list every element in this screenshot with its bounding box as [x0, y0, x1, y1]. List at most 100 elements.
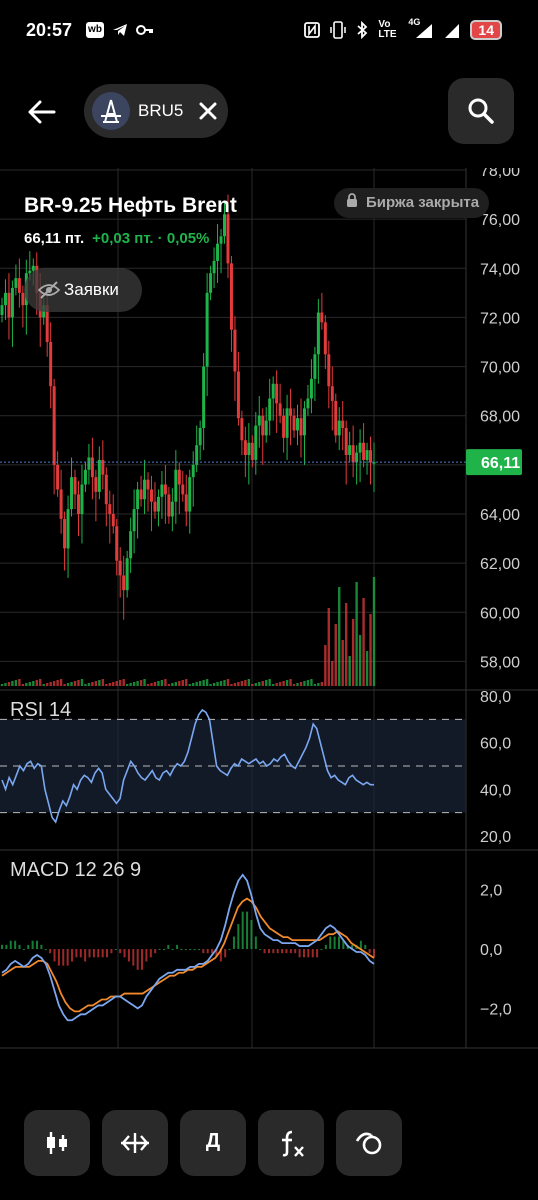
- macd-histogram-bar: [294, 949, 297, 954]
- compare-button[interactable]: [102, 1110, 168, 1176]
- macd-tick-label: 2,0: [480, 883, 502, 900]
- macd-histogram-bar: [53, 949, 56, 962]
- macd-histogram-bar: [101, 949, 104, 958]
- orders-label: Заявки: [64, 280, 119, 299]
- orders-toggle[interactable]: Заявки: [24, 268, 142, 312]
- last-price-label: 66,11: [481, 455, 520, 472]
- candle-body: [306, 398, 310, 409]
- macd-histogram-bar: [228, 949, 231, 951]
- macd-histogram-bar: [180, 949, 183, 951]
- candle-body: [129, 531, 133, 559]
- candle-body: [355, 452, 359, 463]
- volume-bar: [369, 614, 372, 686]
- macd-histogram-bar: [259, 949, 262, 951]
- macd-histogram-bar: [267, 949, 270, 954]
- macd-histogram-bar: [5, 944, 8, 950]
- price-tick-label: 60,00: [480, 605, 520, 622]
- volume-bar: [209, 684, 212, 686]
- volume-bar: [45, 683, 49, 686]
- volume-bar: [192, 683, 195, 686]
- macd-histogram-bar: [171, 949, 174, 951]
- candle-body: [344, 428, 348, 456]
- volume-bar: [365, 651, 369, 686]
- candles-icon: [47, 1132, 67, 1154]
- candle-body: [170, 501, 174, 517]
- indicators-button[interactable]: [258, 1110, 324, 1176]
- candle-body: [250, 442, 254, 460]
- candle-body: [257, 415, 261, 426]
- volume-bar: [226, 679, 230, 686]
- ticker-chip[interactable]: BRU5: [84, 84, 228, 138]
- volume-bar: [115, 681, 118, 686]
- candles-button[interactable]: [24, 1110, 90, 1176]
- macd-histogram-bar: [333, 936, 336, 950]
- candle-body: [243, 440, 247, 456]
- drawing-button[interactable]: [336, 1110, 402, 1176]
- candle-body: [174, 469, 178, 502]
- candle-body: [369, 450, 373, 463]
- candle-body: [323, 322, 327, 355]
- macd-histogram-bar: [145, 949, 148, 962]
- macd-histogram-bar: [285, 949, 288, 954]
- volume-bar: [334, 624, 337, 686]
- macd-histogram-bar: [359, 940, 362, 950]
- macd-histogram-bar: [232, 936, 235, 950]
- macd-histogram-bar: [66, 949, 69, 966]
- search-button[interactable]: [448, 78, 514, 144]
- volume-bar: [157, 681, 160, 686]
- macd-histogram-bar: [197, 949, 200, 951]
- volume-bar: [299, 682, 303, 686]
- candle-body: [365, 450, 369, 460]
- rsi-title: RSI 14: [10, 699, 71, 721]
- macd-histogram-bar: [1, 944, 3, 950]
- macd-histogram-bar: [316, 949, 319, 958]
- macd-tick-label: −2,0: [480, 1001, 512, 1018]
- volume-bar: [171, 683, 174, 686]
- signal-4g-icon: 4G: [408, 17, 434, 39]
- volume-bar: [296, 683, 299, 686]
- candle-body: [80, 484, 84, 514]
- candle-body: [177, 469, 181, 485]
- back-button[interactable]: [24, 94, 60, 130]
- volume-bar: [202, 680, 205, 686]
- candle-body: [163, 484, 167, 495]
- volume-bar: [275, 683, 278, 686]
- volume-bar: [125, 684, 129, 686]
- volume-bar: [317, 683, 320, 686]
- macd-histogram-bar: [18, 944, 21, 950]
- candle-body: [156, 496, 160, 512]
- network-type: 4G: [408, 17, 421, 27]
- macd-histogram-bar: [114, 949, 117, 951]
- period-button[interactable]: Д: [180, 1110, 246, 1176]
- battery-indicator: 14: [470, 20, 502, 40]
- macd-histogram-bar: [272, 949, 275, 954]
- volume-bar: [306, 680, 310, 686]
- bluetooth-icon: [357, 21, 368, 39]
- search-icon: [468, 98, 494, 124]
- volume-bar: [39, 679, 42, 686]
- price-tick-label: 76,00: [480, 212, 520, 229]
- candle-body: [216, 243, 220, 261]
- volume-bar: [181, 680, 184, 686]
- volume-bar: [98, 680, 101, 686]
- candle-body: [111, 514, 115, 527]
- lock-icon: [346, 188, 358, 218]
- volume-bar: [150, 683, 153, 686]
- macd-histogram-bar: [110, 949, 113, 954]
- key-icon: [136, 25, 153, 35]
- volume-bar: [289, 679, 292, 686]
- close-icon[interactable]: [196, 99, 220, 123]
- candle-body: [132, 509, 136, 532]
- volume-bar: [233, 683, 237, 686]
- macd-histogram-bar: [206, 949, 209, 954]
- price-change: +0,03 пт. · 0,05%: [92, 230, 210, 247]
- volte-icon: Vo LTE: [378, 19, 397, 40]
- candle-body: [136, 489, 140, 510]
- macd-histogram-bar: [189, 949, 192, 951]
- macd-histogram-bar: [254, 936, 257, 950]
- candle-body: [125, 558, 129, 591]
- price-tick-label: 72,00: [480, 310, 520, 327]
- volume-bar: [132, 682, 136, 686]
- candle-body: [282, 415, 286, 438]
- volume-bar: [195, 682, 198, 686]
